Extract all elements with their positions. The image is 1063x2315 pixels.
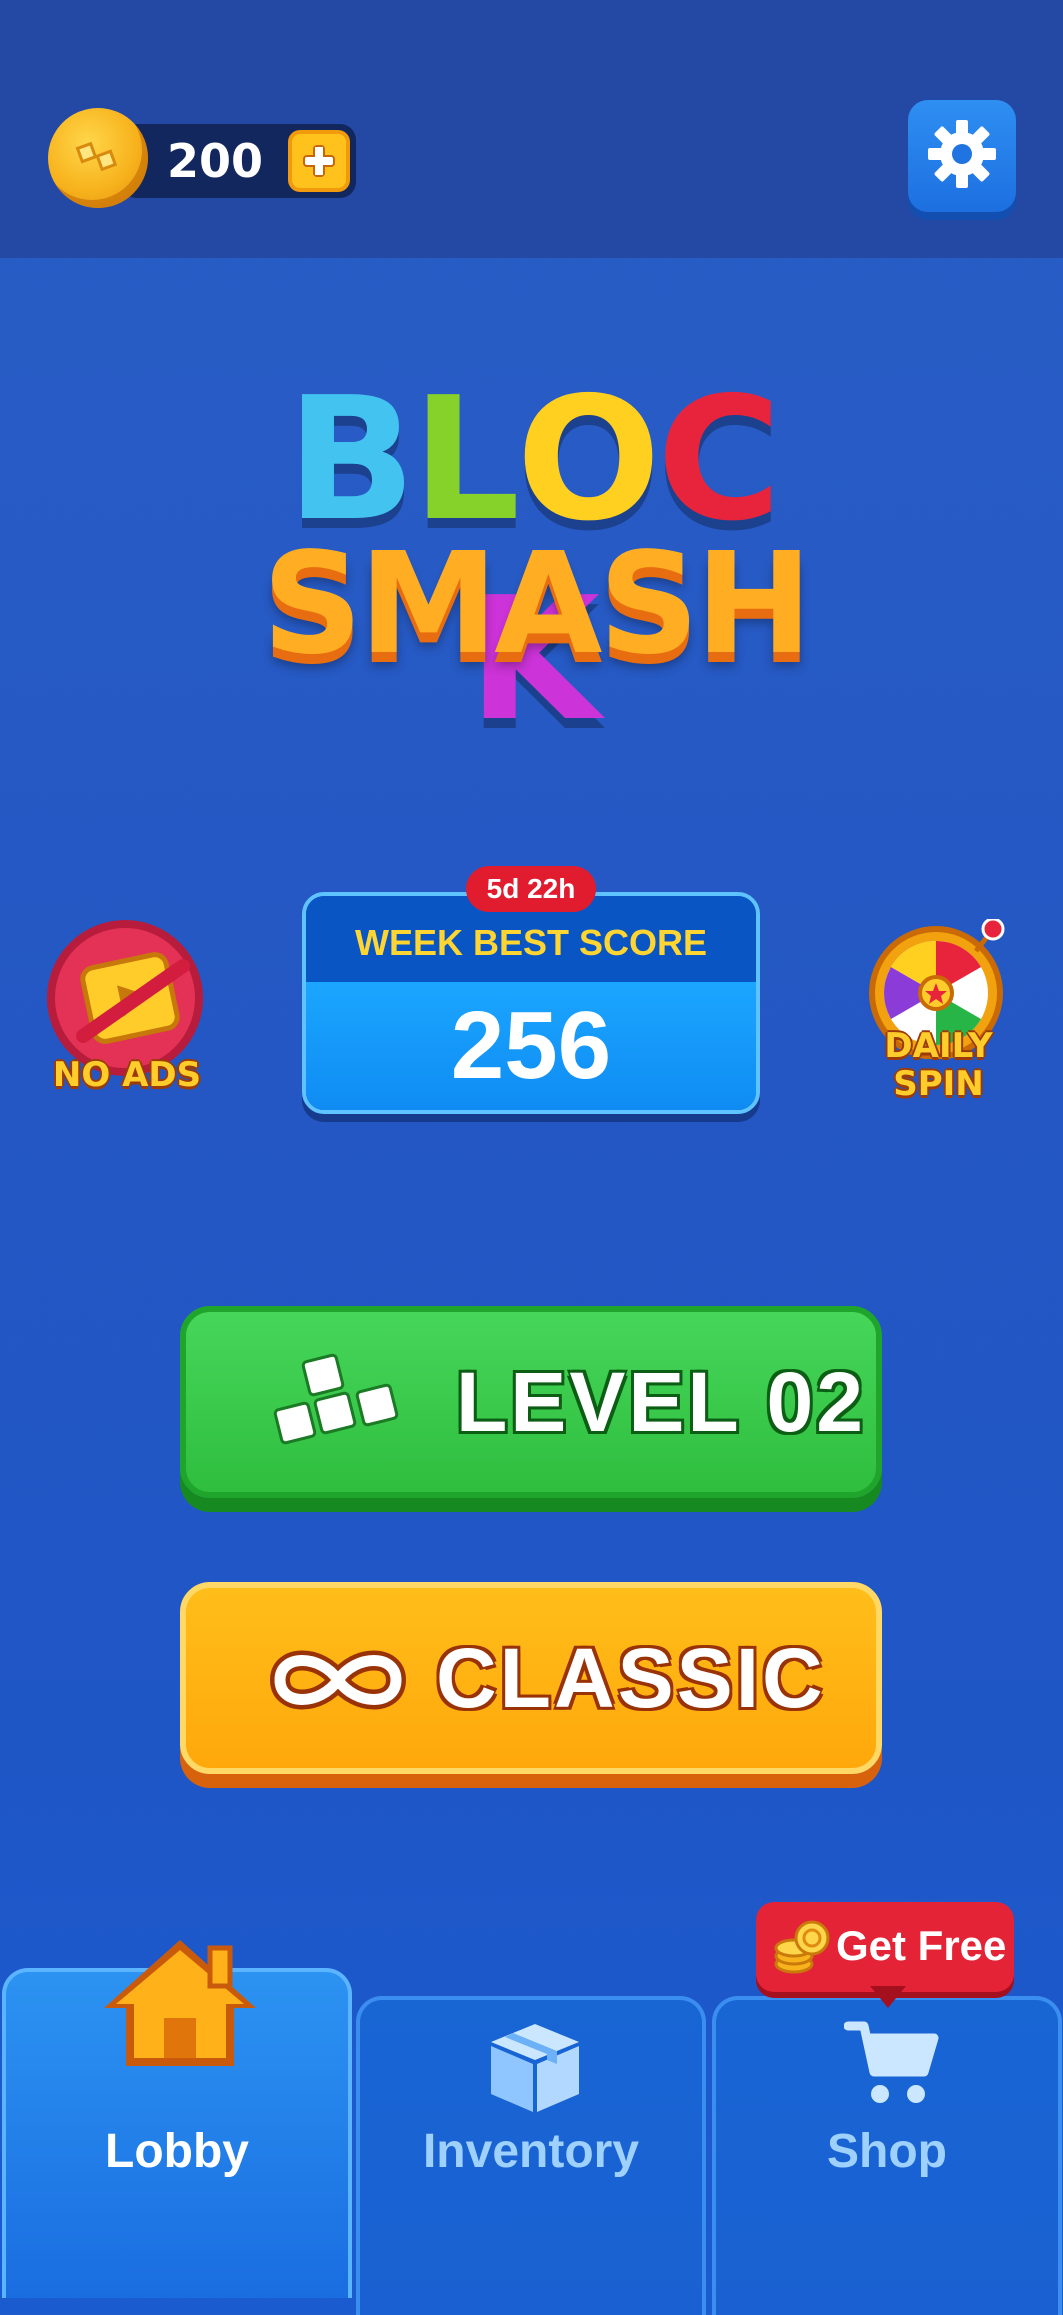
daily-spin-button[interactable]: DAILY SPIN <box>856 905 1021 1105</box>
no-ads-label: NO ADS <box>52 1055 202 1095</box>
coin-stack-icon <box>774 1920 830 1974</box>
week-timer-badge: 5d 22h <box>466 866 596 912</box>
tab-inventory[interactable]: Inventory <box>356 1996 706 2315</box>
tab-shop-label: Shop <box>827 2125 947 2178</box>
week-best-score-card: WEEK BEST SCORE 256 <box>302 892 760 1114</box>
daily-spin-label-line1: DAILY <box>884 1026 993 1066</box>
settings-button[interactable] <box>908 100 1016 212</box>
get-free-pointer <box>870 1986 906 2008</box>
infinity-icon <box>270 1650 406 1710</box>
daily-spin-label-line2: SPIN <box>893 1064 984 1104</box>
home-icon <box>104 1940 256 2066</box>
blocks-icon <box>273 1353 399 1445</box>
game-logo: BLOCK SMASH <box>262 360 813 759</box>
daily-spin-label: DAILY SPIN <box>856 1027 1021 1103</box>
level-mode-label: LEVEL 02 <box>456 1355 866 1449</box>
plus-icon <box>303 145 335 177</box>
classic-mode-label: CLASSIC <box>436 1631 826 1725</box>
add-coins-button[interactable] <box>288 130 350 192</box>
bottom-navigation: Lobby Inventory Shop <box>0 1940 1063 2315</box>
tab-lobby[interactable]: Lobby <box>2 1940 352 2298</box>
level-mode-button[interactable]: LEVEL 02 <box>180 1306 882 1498</box>
classic-mode-button[interactable]: CLASSIC <box>180 1582 882 1774</box>
gear-icon <box>928 120 996 188</box>
tab-lobby-label: Lobby <box>105 2125 249 2178</box>
get-free-coins-button[interactable]: Get Free <box>756 1902 1014 2008</box>
coin-icon <box>48 108 148 208</box>
box-icon <box>491 2024 579 2112</box>
tab-inventory-label: Inventory <box>422 2125 640 2178</box>
cart-icon <box>844 2021 939 2103</box>
coin-balance: 200 <box>166 134 264 188</box>
week-best-score-title: WEEK BEST SCORE <box>354 922 708 963</box>
week-best-score-value: 256 <box>450 992 612 1099</box>
no-ads-icon <box>47 920 203 1076</box>
get-free-label: Get Free <box>836 1922 1007 1969</box>
no-ads-button[interactable]: NO ADS <box>42 915 212 1105</box>
tab-shop[interactable]: Shop <box>712 1996 1062 2315</box>
logo-line-2: SMASH <box>262 523 813 686</box>
